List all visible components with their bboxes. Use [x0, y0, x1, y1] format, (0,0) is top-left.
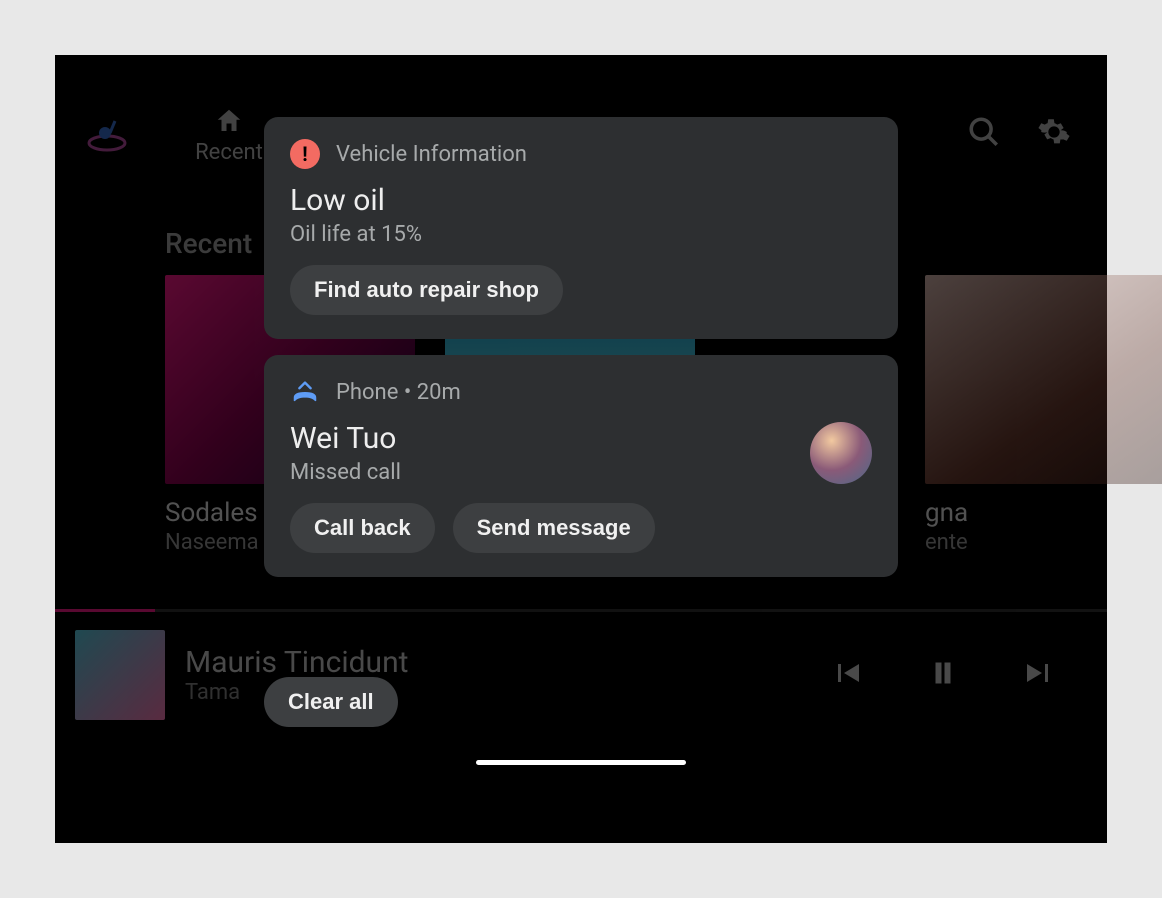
notification-title: Low oil — [290, 183, 872, 218]
album-card[interactable]: gna ente — [925, 275, 1162, 555]
device-frame: Recent Recent Sodales N — [55, 55, 1107, 843]
pause-icon[interactable] — [925, 655, 961, 695]
album-art — [925, 275, 1162, 484]
now-playing-art — [75, 630, 165, 720]
call-back-button[interactable]: Call back — [290, 503, 435, 553]
notification-header: ! Vehicle Information — [290, 139, 872, 169]
clear-all-container: Clear all — [264, 677, 398, 727]
app-logo-icon — [85, 113, 129, 157]
notification-stack: ! Vehicle Information Low oil Oil life a… — [264, 117, 898, 593]
notification-title: Wei Tuo — [290, 421, 810, 456]
separator-dot: • — [404, 380, 417, 405]
progress-bar[interactable] — [55, 609, 1107, 612]
notification-body: Wei Tuo Missed call — [290, 421, 872, 485]
missed-call-icon — [290, 377, 320, 407]
alert-icon: ! — [290, 139, 320, 169]
find-repair-shop-button[interactable]: Find auto repair shop — [290, 265, 563, 315]
notification-actions: Call back Send message — [290, 503, 872, 553]
contact-avatar — [810, 422, 872, 484]
now-playing-title: Mauris Tincidunt — [185, 645, 829, 680]
album-title: gna — [925, 498, 1162, 528]
search-icon[interactable] — [967, 115, 1007, 155]
album-subtitle: ente — [925, 530, 1162, 555]
now-playing-bar[interactable]: Mauris Tincidunt Tama — [75, 625, 1087, 725]
notification-app-name: Phone • 20m — [336, 380, 461, 405]
notification-app-name: Vehicle Information — [336, 142, 527, 167]
notification-subtitle: Missed call — [290, 460, 810, 485]
tab-label: Recent — [195, 140, 263, 165]
section-title: Recent — [165, 227, 252, 260]
notification-card[interactable]: Phone • 20m Wei Tuo Missed call Call bac… — [264, 355, 898, 577]
gesture-handle[interactable] — [476, 760, 686, 765]
send-message-button[interactable]: Send message — [453, 503, 655, 553]
notification-card[interactable]: ! Vehicle Information Low oil Oil life a… — [264, 117, 898, 339]
notification-time: 20m — [417, 380, 461, 405]
notification-actions: Find auto repair shop — [290, 265, 872, 315]
clear-all-button[interactable]: Clear all — [264, 677, 398, 727]
progress-fill — [55, 609, 155, 612]
playback-controls — [829, 655, 1057, 695]
notification-app-text: Phone — [336, 380, 398, 405]
prev-track-icon[interactable] — [829, 655, 865, 695]
next-track-icon[interactable] — [1021, 655, 1057, 695]
notification-subtitle: Oil life at 15% — [290, 222, 872, 247]
settings-icon[interactable] — [1037, 115, 1077, 155]
notification-header: Phone • 20m — [290, 377, 872, 407]
